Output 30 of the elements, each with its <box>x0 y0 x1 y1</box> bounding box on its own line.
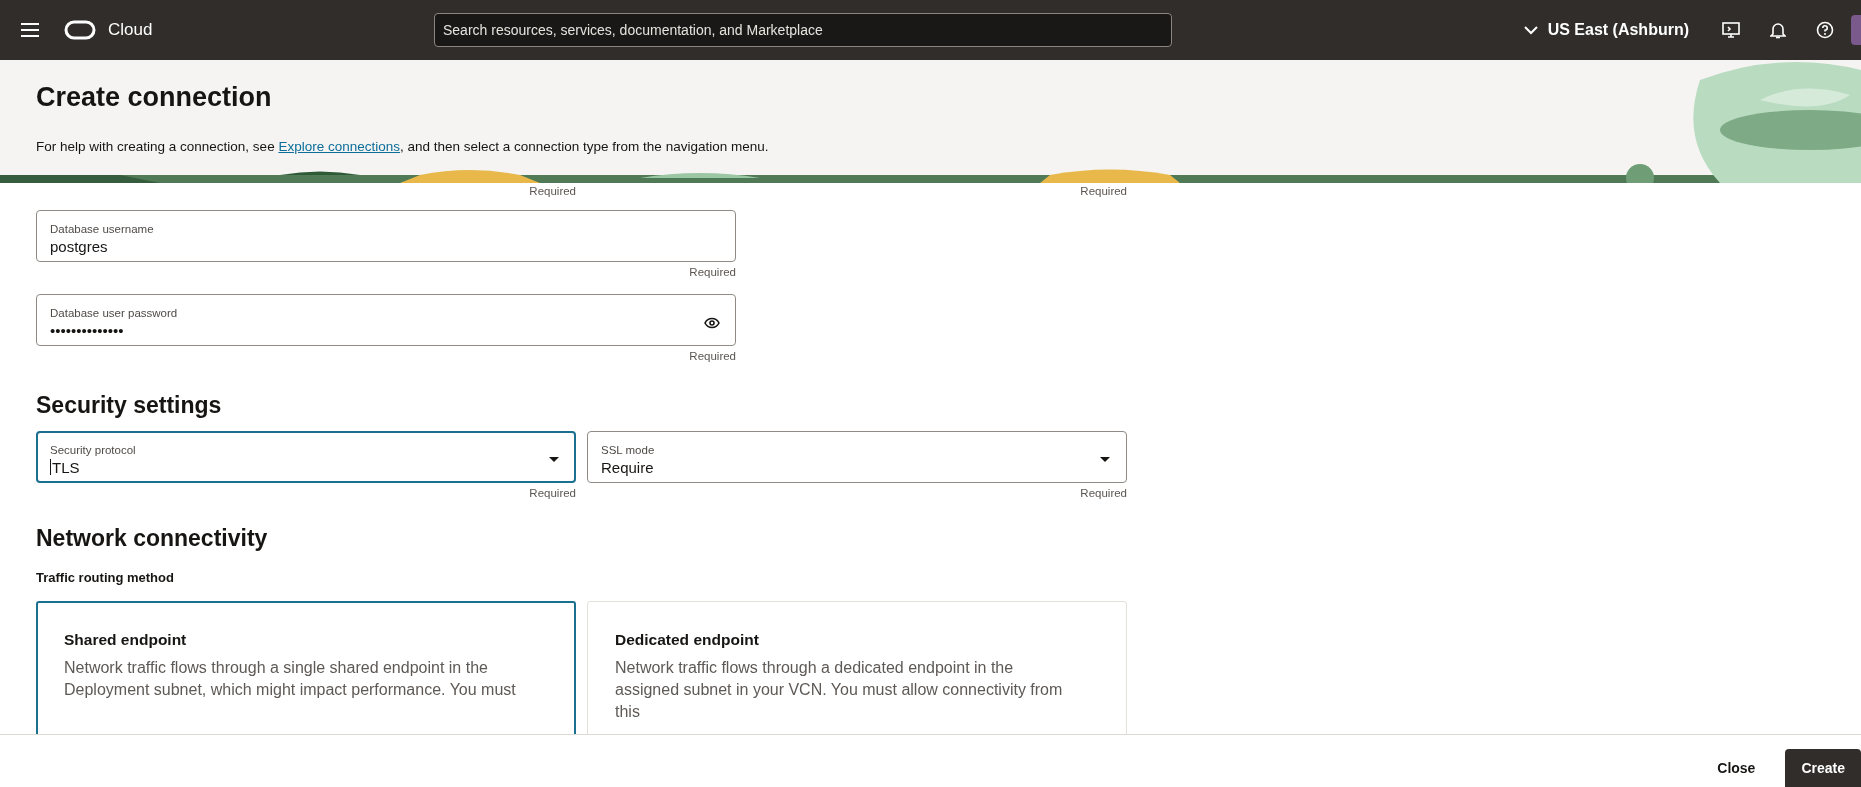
page-title: Create connection <box>36 82 273 113</box>
required-hint: Required <box>528 185 576 197</box>
option-title: Dedicated endpoint <box>615 631 760 649</box>
option-title: Shared endpoint <box>64 631 188 649</box>
dropdown-field[interactable]: SSL mode Require <box>587 431 1127 483</box>
search-field[interactable]: Search resources, services, documentation, and Marketplace <box>434 13 1172 47</box>
close-button[interactable]: Close <box>1701 749 1772 787</box>
required-hint: Required <box>688 266 736 278</box>
option-description: Network traffic flows through a single shared endpoint in the Deployment subnet, which might impact performance. You must <box>64 658 517 700</box>
section-heading: Network connectivity <box>36 525 268 551</box>
dropdown-caret-icon <box>1099 456 1111 464</box>
create-button[interactable]: Create <box>1785 749 1861 787</box>
dropdown-caret-icon <box>548 455 560 464</box>
logo-icon[interactable] <box>64 20 96 40</box>
chevron-icon <box>1523 25 1538 35</box>
required-hint: Required <box>1079 487 1127 499</box>
section-heading: Security settings <box>36 392 222 418</box>
group-label: Traffic routing method <box>36 570 175 585</box>
option-description: Network traffic flows through a dedicated endpoint in the assigned subnet in your VCN. You must allow connectivity from this <box>615 658 1064 722</box>
brand-name[interactable]: Cloud <box>108 20 153 40</box>
required-hint: Required <box>528 487 576 499</box>
eye-icon[interactable] <box>704 317 720 329</box>
help-text: For help with creating a connection, see Explore connections, and then select a connection type from the navigation menu. <box>36 139 770 154</box>
explore-link[interactable]: Explore connections <box>278 139 400 154</box>
required-hint: Required <box>688 350 736 362</box>
required-hint: Required <box>1079 185 1127 197</box>
password-field[interactable]: Database user password •••••••••••••• <box>36 294 736 346</box>
input-field[interactable]: Database username postgres <box>36 210 736 262</box>
dropdown-field[interactable]: Security protocol TLS <box>36 431 576 483</box>
region-selector[interactable]: US East (Ashburn) <box>1523 21 1689 39</box>
